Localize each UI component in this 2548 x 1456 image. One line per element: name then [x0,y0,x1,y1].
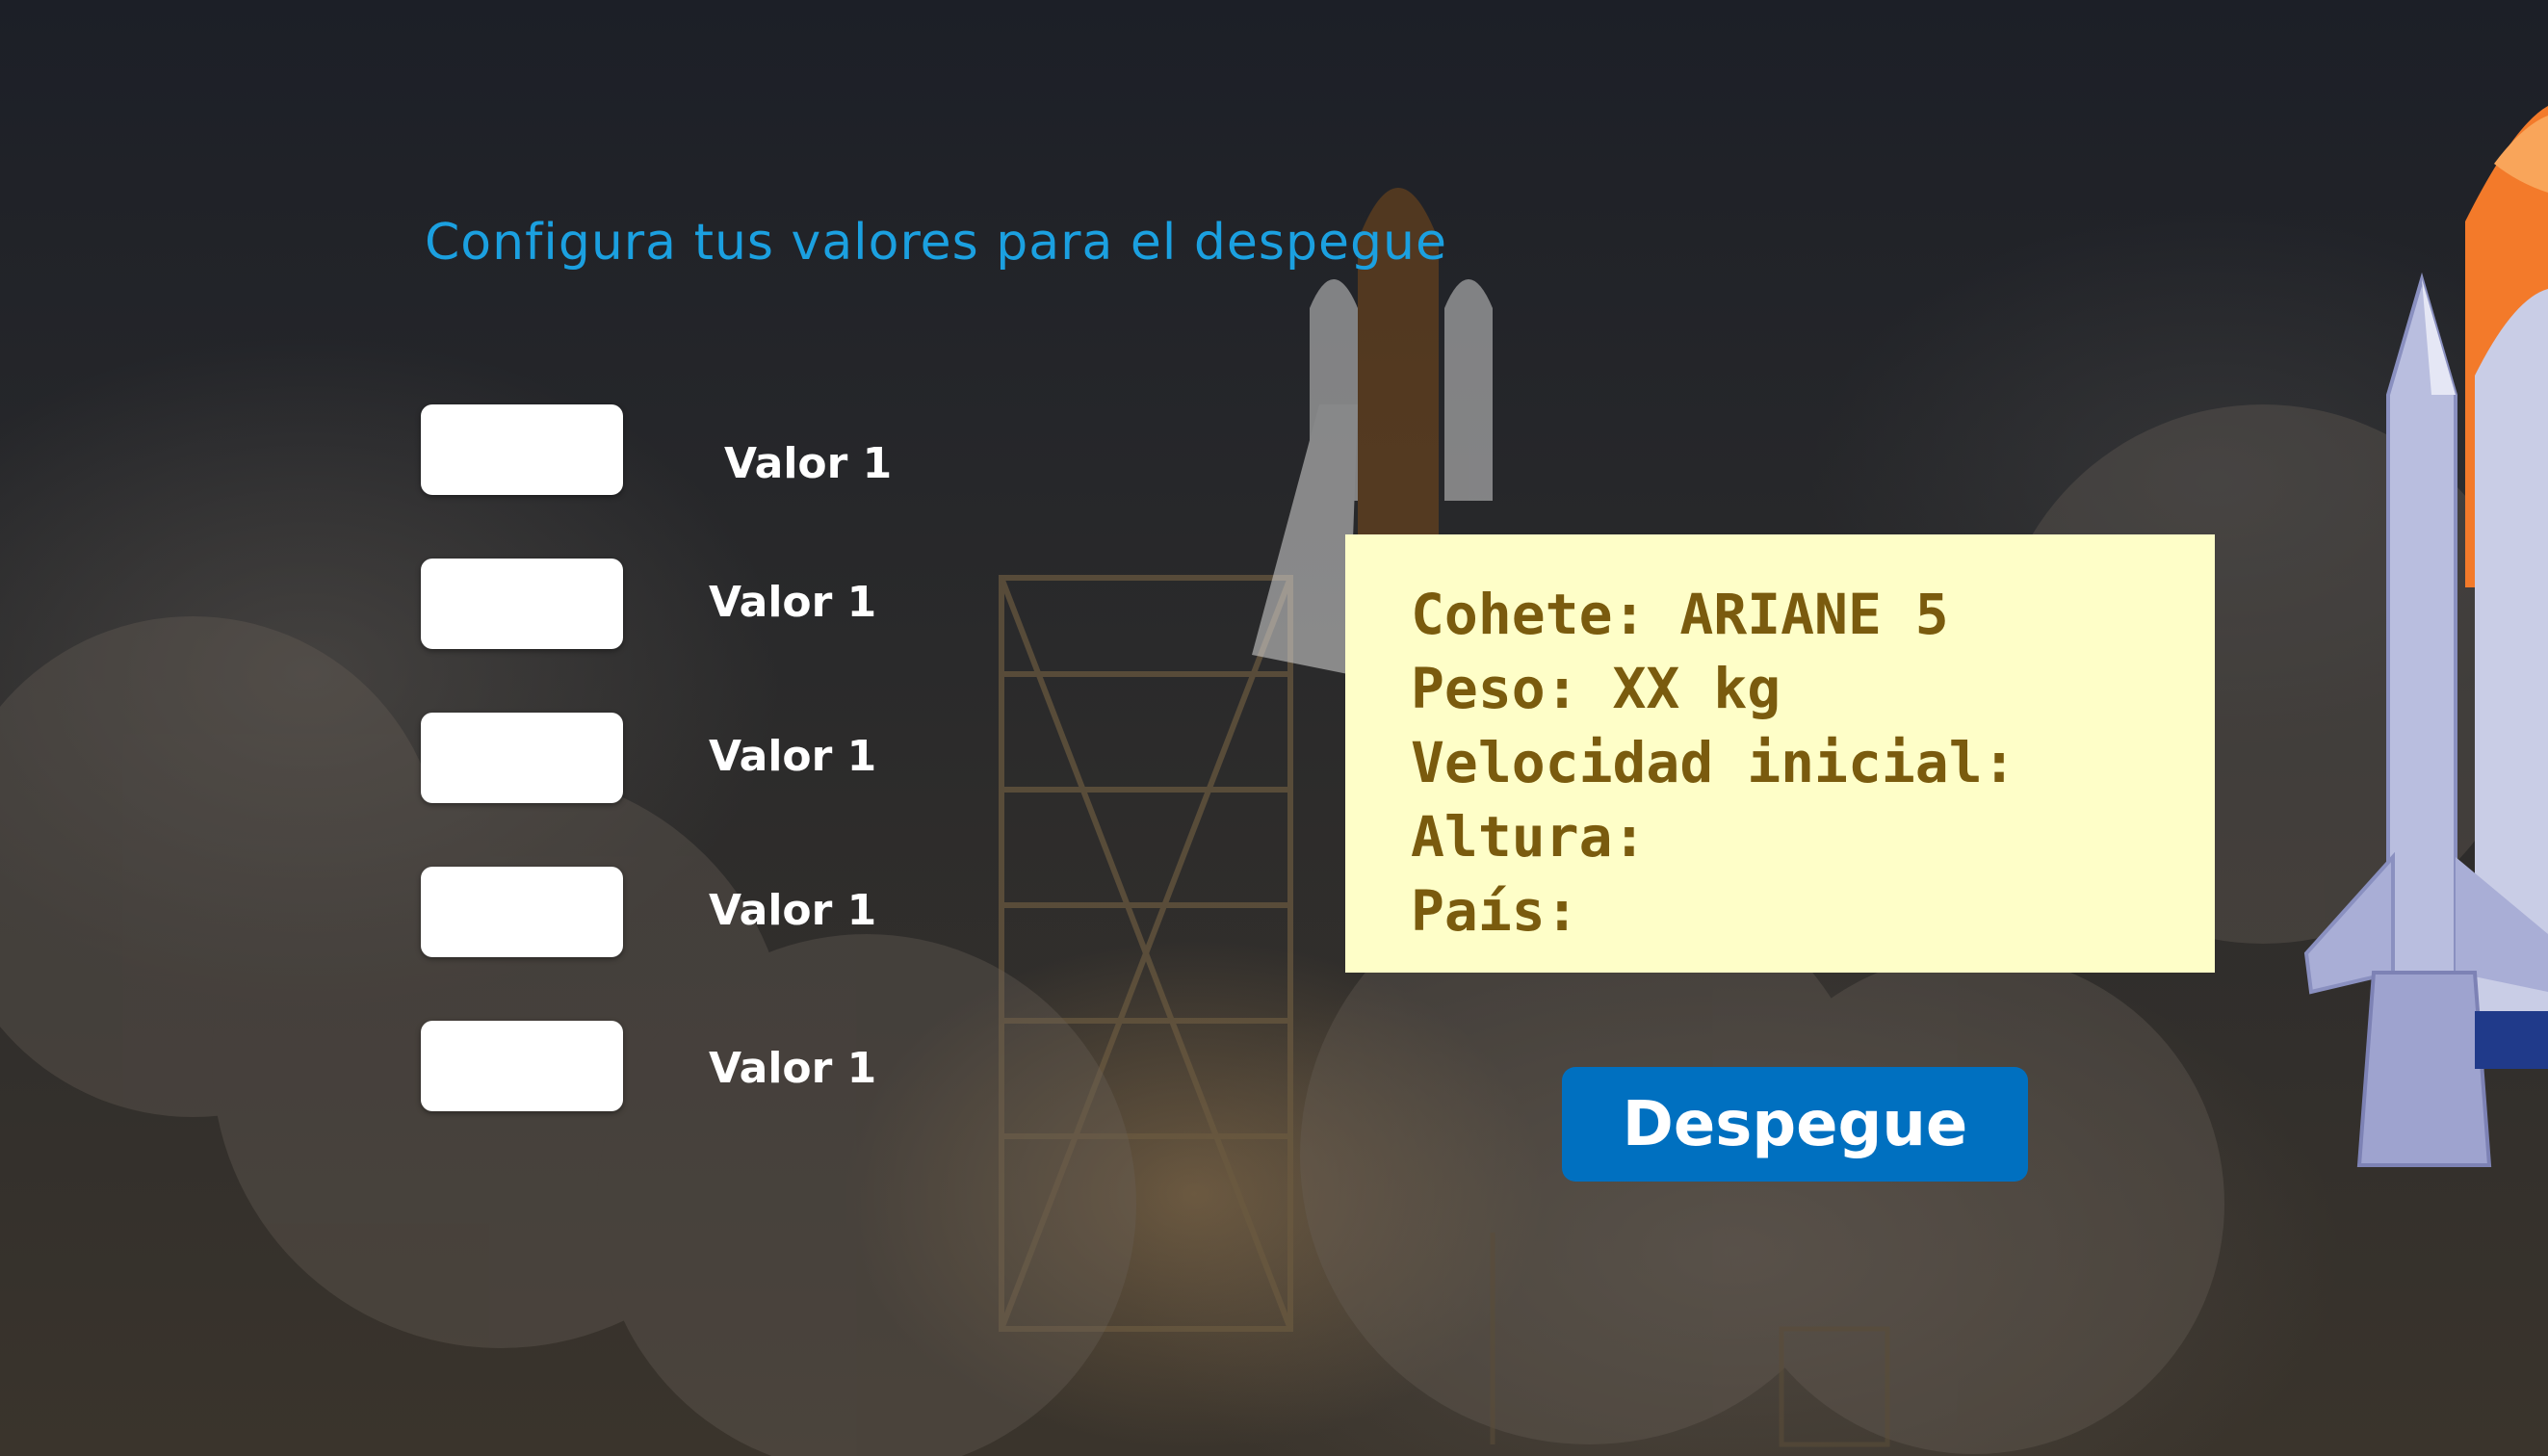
rocket-info-panel: Cohete: ARIANE 5 Peso: XX kg Velocidad i… [1345,534,2215,973]
value-label-2: Valor 1 [709,578,877,627]
launch-button[interactable]: Despegue [1562,1067,2028,1182]
value-input-5[interactable] [421,1021,623,1111]
value-input-3[interactable] [421,713,623,803]
value-input-2[interactable] [421,559,623,649]
info-weight: Peso: XX kg [1411,656,1781,721]
rocket-icon [2303,106,2548,1167]
info-rocket: Cohete: ARIANE 5 [1411,582,1949,647]
value-label-1: Valor 1 [724,439,893,488]
value-label-5: Valor 1 [709,1044,877,1093]
info-initial-velocity: Velocidad inicial: [1411,730,2016,795]
page-title: Configura tus valores para el despegue [425,214,1447,272]
value-label-4: Valor 1 [709,886,877,935]
value-input-4[interactable] [421,867,623,957]
value-label-3: Valor 1 [709,732,877,781]
info-country: País: [1411,878,1579,944]
info-height: Altura: [1411,804,1647,870]
value-input-1[interactable] [421,404,623,495]
